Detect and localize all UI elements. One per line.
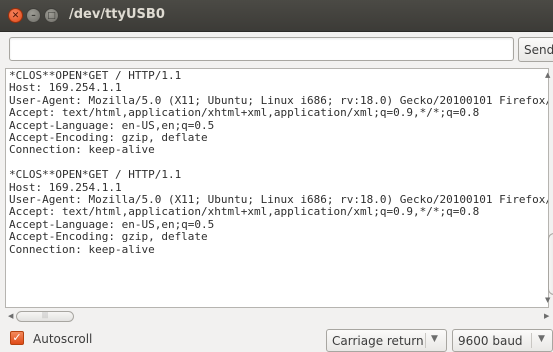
- serial-output[interactable]: *CLOS**OPEN*GET / HTTP/1.1 Host: 169.254.…: [5, 68, 549, 308]
- scroll-right-icon[interactable]: ▶: [544, 312, 549, 320]
- chevron-down-icon: ▼: [431, 334, 438, 344]
- scroll-down-icon[interactable]: ▼: [545, 296, 550, 304]
- output-line: Connection: keep-alive: [9, 242, 155, 256]
- output-line: Accept: text/html,application/xhtml+xml,…: [9, 106, 480, 120]
- scroll-left-icon[interactable]: ◀: [8, 312, 13, 320]
- close-icon[interactable]: ✕: [8, 8, 23, 23]
- window-title: /dev/ttyUSB0: [69, 7, 165, 22]
- baud-rate-select[interactable]: 9600 baud ▼: [452, 329, 553, 352]
- scroll-up-icon[interactable]: ▲: [545, 71, 550, 79]
- output-line: Accept: text/html,application/xhtml+xml,…: [9, 205, 480, 219]
- autoscroll-checkbox[interactable]: ✓: [10, 331, 24, 345]
- baud-rate-value: 9600 baud: [458, 334, 523, 348]
- serial-input[interactable]: [9, 37, 514, 61]
- vertical-scrollbar-thumb[interactable]: [548, 233, 553, 295]
- output-line: *CLOS**OPEN*GET / HTTP/1.1: [9, 168, 182, 182]
- autoscroll-label: Autoscroll: [33, 332, 93, 346]
- chevron-down-icon: ▼: [538, 334, 545, 344]
- maximize-icon[interactable]: □: [44, 8, 59, 23]
- minimize-icon[interactable]: –: [26, 8, 41, 23]
- send-button[interactable]: Send: [518, 37, 553, 62]
- title-bar: ✕ – □ /dev/ttyUSB0: [0, 0, 553, 32]
- output-line: Connection: keep-alive: [9, 143, 155, 157]
- horizontal-scrollbar-thumb[interactable]: |||: [16, 311, 74, 322]
- output-line: Host: 169.254.1.1: [9, 81, 122, 95]
- line-ending-select[interactable]: Carriage return ▼: [326, 329, 447, 352]
- line-ending-value: Carriage return: [332, 334, 424, 348]
- output-line: Accept-Encoding: gzip, deflate: [9, 230, 208, 244]
- output-lines: *CLOS**OPEN*GET / HTTP/1.1 Host: 169.254.…: [9, 69, 548, 256]
